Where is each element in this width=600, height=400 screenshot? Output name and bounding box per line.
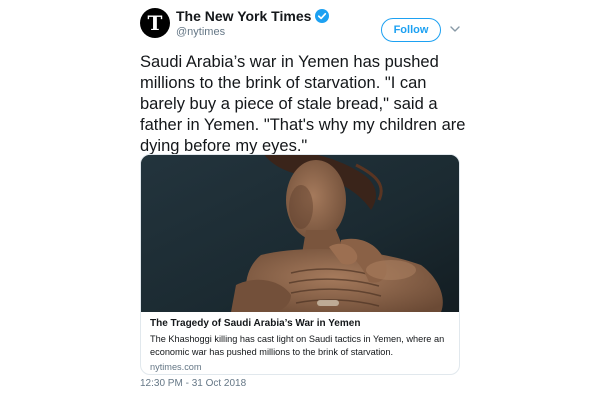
card-body: The Tragedy of Saudi Arabia’s War in Yem… [150,317,450,374]
follow-button[interactable]: Follow [381,18,441,42]
card-domain: nytimes.com [150,362,202,372]
avatar[interactable]: T [140,8,170,38]
tweet: T The New York Times @nytimes Follow Sau… [140,6,470,396]
card-title: The Tragedy of Saudi Arabia’s War in Yem… [150,318,361,329]
link-card[interactable]: The Tragedy of Saudi Arabia’s War in Yem… [140,154,460,375]
card-image [141,155,459,312]
display-name[interactable]: The New York Times [176,8,311,24]
tweet-text: Saudi Arabia’s war in Yemen has pushed m… [140,53,466,155]
chevron-down-icon[interactable] [449,22,461,34]
timestamp[interactable]: 12:30 PM - 31 Oct 2018 [140,378,246,389]
tweet-header: T The New York Times @nytimes Follow [140,6,470,48]
name-row: The New York Times [176,8,330,24]
card-description: The Khashoggi killing has cast light on … [150,334,445,357]
verified-badge-icon [315,9,330,23]
handle[interactable]: @nytimes [176,26,225,38]
page: T The New York Times @nytimes Follow Sau… [0,0,600,400]
